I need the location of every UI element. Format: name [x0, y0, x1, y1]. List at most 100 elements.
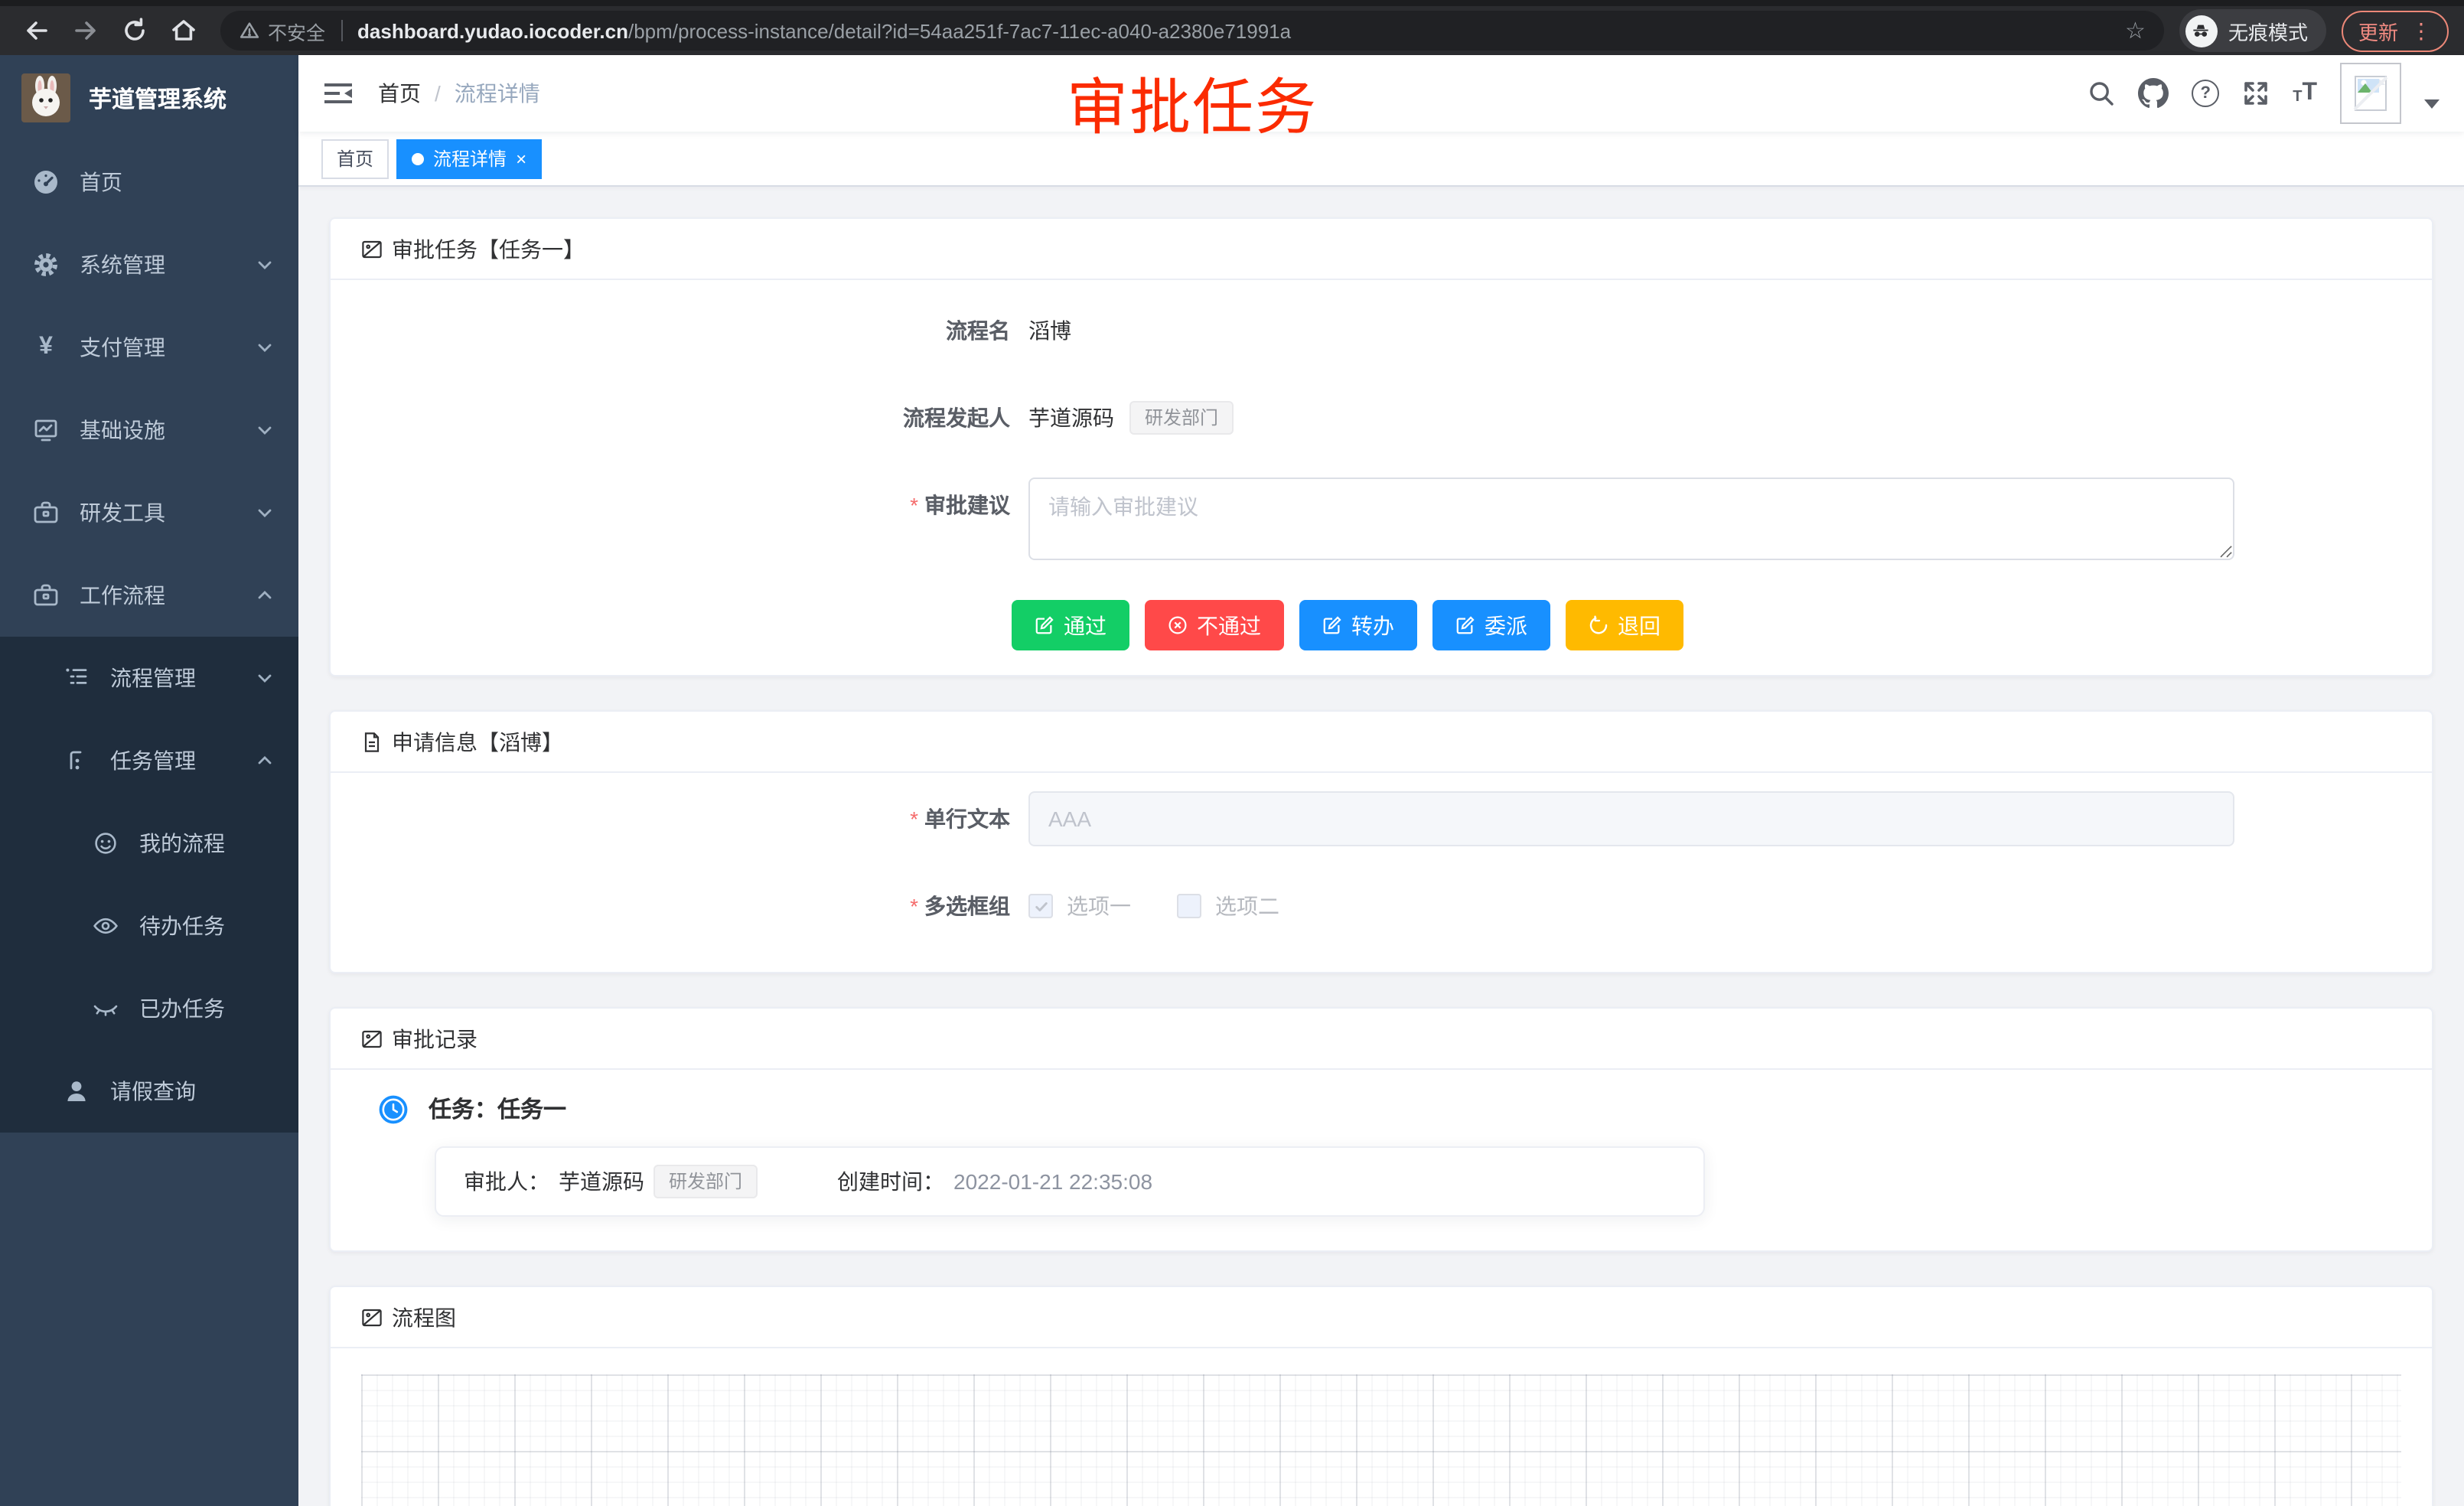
sidebar-item-payment[interactable]: ¥ 支付管理 — [0, 306, 298, 389]
help-icon[interactable]: ? — [2192, 80, 2219, 107]
sidebar-item-label: 基础设施 — [80, 415, 256, 445]
sidebar-item-system[interactable]: 系统管理 — [0, 223, 298, 306]
reject-button[interactable]: 不通过 — [1145, 600, 1284, 650]
suggestion-textarea[interactable] — [1028, 478, 2234, 560]
single-text-label: *单行文本 — [361, 791, 1028, 846]
font-large-glyph: T — [2302, 81, 2317, 106]
app-logo — [21, 73, 70, 122]
refresh-left-icon — [1589, 615, 1608, 635]
button-label: 通过 — [1064, 610, 1107, 641]
eye-open-icon — [92, 912, 119, 940]
sidebar-item-home[interactable]: 首页 — [0, 141, 298, 223]
checkbox-group-label: *多选框组 — [361, 878, 1028, 934]
sidebar-item-label: 首页 — [80, 167, 298, 197]
checkbox-group: 选项一 选项二 — [1028, 878, 1279, 934]
breadcrumb: 首页 / 流程详情 — [378, 78, 540, 109]
required-asterisk: * — [910, 807, 918, 831]
avatar[interactable] — [2340, 63, 2401, 124]
incognito-badge: 无痕模式 — [2179, 9, 2326, 52]
tab-home[interactable]: 首页 — [321, 139, 389, 178]
tab-label: 首页 — [337, 145, 373, 171]
apply-info-card: 申请信息【滔博】 *单行文本 *多选框组 选项一 — [329, 710, 2433, 973]
sidebar-item-label: 流程管理 — [110, 663, 256, 693]
chevron-down-icon — [256, 338, 274, 357]
sidebar-item-todo-tasks[interactable]: 待办任务 — [0, 885, 298, 967]
avatar-dropdown-caret[interactable] — [2424, 99, 2440, 109]
approver-value: 芋道源码 — [559, 1166, 644, 1197]
approver-label: 审批人： — [464, 1166, 549, 1197]
sidebar-item-label: 已办任务 — [139, 993, 298, 1024]
sidebar-item-process-mgmt[interactable]: 流程管理 — [0, 637, 298, 719]
button-label: 退回 — [1618, 610, 1661, 641]
url-bar[interactable]: 不安全 dashboard.yudao.iocoder.cn/bpm/proce… — [220, 11, 2164, 51]
sidebar-item-infrastructure[interactable]: 基础设施 — [0, 389, 298, 471]
approval-task-card: 审批任务【任务一】 流程名 滔博 流程发起人 芋道源码 研发部门 — [329, 217, 2433, 676]
tab-process-detail[interactable]: 流程详情 × — [396, 139, 542, 178]
browser-update-button[interactable]: 更新 ⋮ — [2342, 10, 2449, 51]
search-icon[interactable] — [2088, 80, 2115, 107]
github-icon[interactable] — [2138, 78, 2169, 109]
incognito-label: 无痕模式 — [2228, 16, 2308, 45]
return-button[interactable]: 退回 — [1566, 600, 1683, 650]
approver-dept-tag: 研发部门 — [653, 1165, 758, 1198]
sidebar-menu: 首页 系统管理 ¥ 支付管理 基础设施 — [0, 141, 298, 1506]
browser-menu-icon[interactable]: ⋮ — [2410, 20, 2432, 41]
approve-button[interactable]: 通过 — [1012, 600, 1129, 650]
yen-icon: ¥ — [32, 334, 60, 361]
sidebar-item-workflow[interactable]: 工作流程 — [0, 554, 298, 637]
url-path: /bpm/process-instance/detail?id=54aa251f… — [628, 19, 1291, 42]
bpmn-canvas[interactable] — [361, 1374, 2401, 1506]
button-label: 委派 — [1485, 610, 1527, 641]
process-name-label: 流程名 — [361, 303, 1028, 358]
security-indicator[interactable]: 不安全 — [239, 16, 325, 45]
card-header: 审批记录 — [331, 1009, 2432, 1070]
card-header: 流程图 — [331, 1287, 2432, 1348]
sidebar-item-label: 工作流程 — [80, 580, 256, 611]
page-content: 审批任务【任务一】 流程名 滔博 流程发起人 芋道源码 研发部门 — [298, 187, 2464, 1506]
sidebar-item-label: 任务管理 — [110, 745, 256, 776]
home-icon[interactable] — [162, 9, 205, 52]
app-logo-row[interactable]: 芋道管理系统 — [0, 55, 298, 141]
approval-record-card: 审批记录 任务：任务一 审批人： 芋道源码 研发部门 创建时间： — [329, 1007, 2433, 1252]
help-glyph: ? — [2200, 84, 2210, 103]
fullscreen-icon[interactable] — [2242, 80, 2270, 107]
sidebar-item-task-mgmt[interactable]: 任务管理 — [0, 719, 298, 802]
gear-icon — [32, 251, 60, 279]
incognito-icon — [2185, 15, 2218, 47]
sidebar-item-done-tasks[interactable]: 已办任务 — [0, 967, 298, 1050]
sidebar-item-label: 支付管理 — [80, 332, 256, 363]
sidebar-item-my-process[interactable]: 我的流程 — [0, 802, 298, 885]
suggestion-row: *审批建议 — [361, 478, 2401, 560]
initiator-value: 芋道源码 — [1028, 390, 1114, 445]
sidebar-item-leave-query[interactable]: 请假查询 — [0, 1050, 298, 1133]
sidebar-item-label: 研发工具 — [80, 497, 256, 528]
reload-icon[interactable] — [113, 9, 156, 52]
sidebar-collapse-icon[interactable] — [323, 78, 354, 109]
flow-chart-card: 流程图 — [329, 1286, 2433, 1506]
back-icon[interactable] — [15, 9, 58, 52]
create-time-value: 2022-01-21 22:35:08 — [953, 1169, 1152, 1194]
font-size-icon[interactable]: TT — [2293, 81, 2317, 106]
annotation-text: 审批任务 — [1067, 58, 1318, 147]
breadcrumb-home[interactable]: 首页 — [378, 78, 421, 109]
task-title: 任务：任务一 — [429, 1093, 566, 1125]
infrastructure-icon — [32, 416, 60, 444]
update-label: 更新 — [2358, 16, 2398, 45]
url-text: dashboard.yudao.iocoder.cn/bpm/process-i… — [357, 19, 2113, 42]
sidebar-item-devtools[interactable]: 研发工具 — [0, 471, 298, 554]
font-small-glyph: T — [2293, 90, 2302, 106]
delegate-button[interactable]: 委派 — [1432, 600, 1550, 650]
chevron-down-icon — [256, 669, 274, 687]
bookmark-star-icon[interactable]: ☆ — [2125, 17, 2146, 44]
robot-face-icon — [92, 830, 119, 857]
forward-icon[interactable] — [64, 9, 107, 52]
checkbox-checked-icon — [1028, 894, 1053, 918]
tab-close-icon[interactable]: × — [516, 149, 526, 168]
transfer-button[interactable]: 转办 — [1299, 600, 1417, 650]
card-header: 申请信息【滔博】 — [331, 712, 2432, 773]
chevron-up-icon — [256, 586, 274, 605]
sidebar-item-label: 我的流程 — [139, 828, 298, 859]
checkbox-label: 选项一 — [1067, 878, 1131, 934]
sidebar-item-label: 系统管理 — [80, 249, 256, 280]
process-name-value: 滔博 — [1028, 303, 1071, 358]
